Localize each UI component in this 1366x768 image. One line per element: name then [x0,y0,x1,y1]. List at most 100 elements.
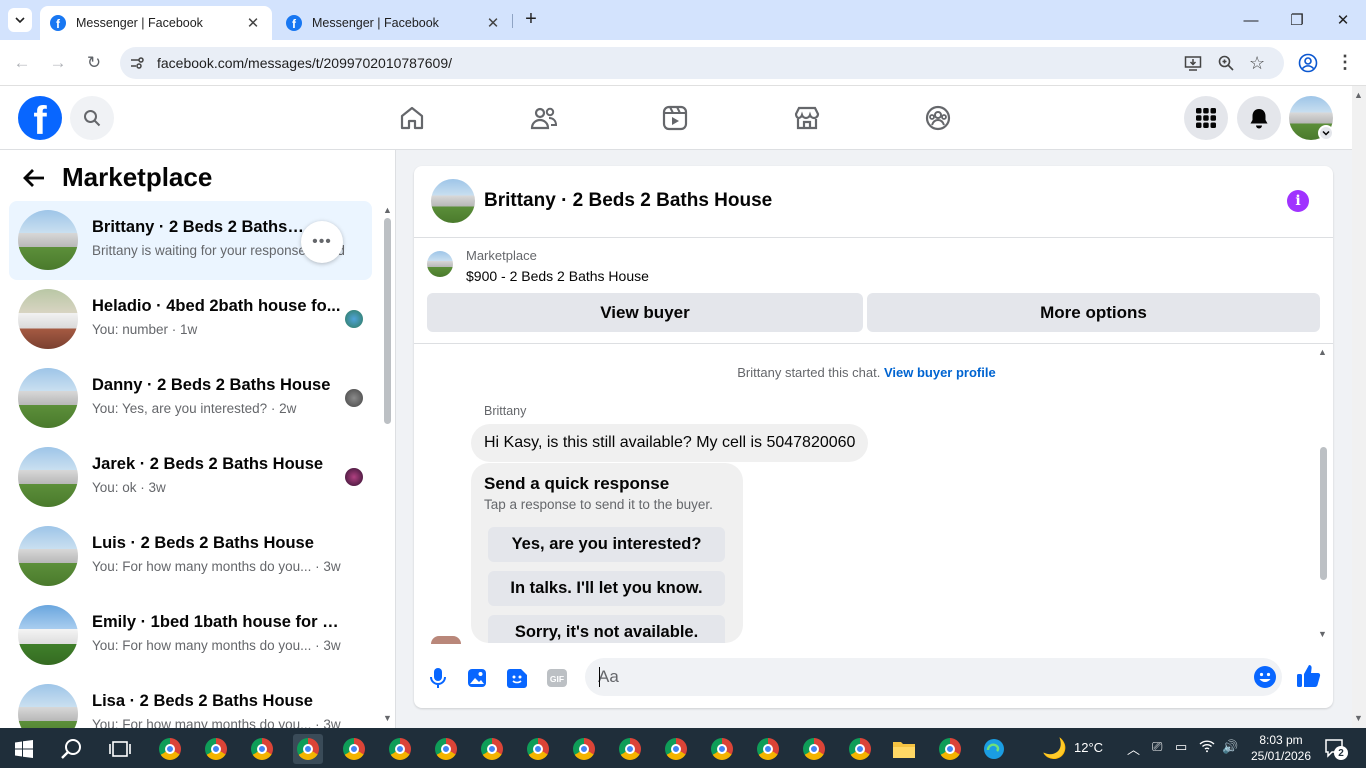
view-buyer-button[interactable]: View buyer [427,293,863,332]
scroll-down-icon[interactable]: ▼ [1318,629,1327,639]
tab-search-button[interactable] [8,8,32,32]
chat-title[interactable]: Brittany · 2 Beds 2 Baths House [484,190,772,212]
chrome-app-icon-active[interactable] [293,734,323,764]
notifications-button[interactable] [1237,96,1281,140]
listing-title[interactable]: $900 - 2 Beds 2 Baths House [466,268,649,284]
close-window-icon[interactable]: ✕ [1320,0,1366,40]
quick-response-button[interactable]: In talks. I'll let you know. [488,571,725,606]
view-buyer-profile-link[interactable]: View buyer profile [884,365,996,380]
scroll-up-icon[interactable]: ▲ [383,205,392,215]
wifi-icon[interactable] [1199,739,1215,756]
conversation-item[interactable]: Lisa · 2 Beds 2 Baths House You: For how… [9,675,372,728]
text-cursor [599,667,600,687]
chrome-app-icon[interactable] [477,734,507,764]
chrome-app-icon[interactable] [753,734,783,764]
chrome-app-icon[interactable] [385,734,415,764]
edge-app-icon[interactable] [979,734,1009,764]
tab-title: Messenger | Facebook [312,16,439,30]
forward-arrow-icon[interactable]: → [45,50,71,76]
quick-response-button[interactable]: Sorry, it's not available. [488,615,725,643]
scroll-up-icon[interactable]: ▲ [1354,90,1363,100]
browser-tab-1[interactable]: f Messenger | Facebook ✕ [40,6,272,40]
close-tab-icon[interactable]: ✕ [484,14,502,32]
battery-icon[interactable]: ▭ [1175,739,1187,755]
task-view-icon[interactable] [105,734,135,764]
info-icon[interactable]: i [1287,190,1309,212]
menu-grid-button[interactable] [1184,96,1228,140]
scroll-down-icon[interactable]: ▼ [383,713,392,723]
chrome-app-icon[interactable] [523,734,553,764]
url-text[interactable]: facebook.com/messages/t/2099702010787609… [157,55,452,71]
sidebar-scrollbar[interactable] [384,218,391,424]
volume-icon[interactable]: 🔊 [1222,739,1238,755]
friends-nav-icon[interactable] [526,100,562,136]
microphone-icon[interactable] [425,665,451,691]
quick-response-button[interactable]: Yes, are you interested? [488,527,725,562]
install-app-icon[interactable] [1184,54,1202,72]
conversation-item[interactable]: Danny · 2 Beds 2 Baths House You: Yes, a… [9,359,372,438]
scroll-down-icon[interactable]: ▼ [1354,713,1363,723]
weather-moon-icon[interactable]: 🌙 [1042,736,1067,761]
zoom-icon[interactable] [1217,54,1235,72]
reload-icon[interactable]: ↻ [81,50,107,76]
chrome-app-icon[interactable] [431,734,461,764]
chrome-app-icon[interactable] [707,734,737,764]
more-options-dots-icon[interactable]: ••• [301,221,343,263]
conversation-item[interactable]: Heladio · 4bed 2bath house fo... You: nu… [9,280,372,359]
chrome-app-icon[interactable] [845,734,875,764]
message-input[interactable]: Aa [585,658,1282,696]
chat-listing-avatar[interactable] [431,179,475,223]
page-scrollbar[interactable] [1352,86,1366,728]
browser-menu-icon[interactable]: ⋮ [1336,52,1354,73]
bookmark-star-icon[interactable]: ☆ [1249,53,1265,74]
sidebar-title: Marketplace [62,162,213,192]
conversation-item[interactable]: Luis · 2 Beds 2 Baths House You: For how… [9,517,372,596]
listing-thumbnail [427,251,453,277]
more-options-button[interactable]: More options [867,293,1320,332]
back-arrow-icon[interactable] [22,166,46,197]
chrome-app-icon[interactable] [201,734,231,764]
facebook-logo-icon[interactable]: f [18,96,62,140]
chat-scrollbar[interactable] [1320,447,1327,580]
new-tab-plus-icon[interactable]: + [520,8,542,32]
conversation-item[interactable]: Jarek · 2 Beds 2 Baths House You: ok · 3… [9,438,372,517]
sticker-icon[interactable] [504,665,530,691]
back-arrow-icon[interactable]: ← [9,50,35,76]
groups-nav-icon[interactable] [920,100,956,136]
conversation-item[interactable]: Emily · 1bed 1bath house for rent You: F… [9,596,372,675]
photo-icon[interactable] [464,665,490,691]
home-nav-icon[interactable] [394,100,430,136]
account-chevron-icon[interactable] [1318,125,1334,141]
restore-window-icon[interactable]: ❐ [1274,0,1320,40]
profile-icon[interactable] [1298,53,1318,73]
chrome-app-icon[interactable] [155,734,185,764]
search-icon[interactable] [57,734,87,764]
thumbs-up-icon[interactable] [1296,663,1322,689]
conversation-item-clip: Lisa · 2 Beds 2 Baths House You: For how… [9,675,372,728]
weather-temperature[interactable]: 12°C [1074,740,1103,755]
clock-time: 8:03 pm [1259,733,1303,747]
browser-tab-2[interactable]: f Messenger | Facebook ✕ [276,6,512,40]
chrome-app-icon[interactable] [247,734,277,764]
chrome-app-icon[interactable] [569,734,599,764]
chrome-app-icon[interactable] [799,734,829,764]
file-explorer-icon[interactable] [889,734,919,764]
marketplace-nav-icon[interactable] [789,100,825,136]
search-button[interactable] [70,96,114,140]
meet-now-icon[interactable]: ⎚ [1152,739,1162,755]
scroll-up-icon[interactable]: ▲ [1318,347,1327,357]
site-settings-icon[interactable] [128,54,146,72]
windows-start-icon[interactable] [9,734,39,764]
gif-icon[interactable]: GIF [544,665,570,691]
close-tab-icon[interactable]: ✕ [244,14,262,32]
chrome-app-icon[interactable] [339,734,369,764]
taskbar-clock[interactable]: 8:03 pm 25/01/2026 [1248,732,1314,764]
listing-thumbnail [18,447,78,507]
chrome-app-icon[interactable] [935,734,965,764]
show-hidden-icons-chevron-icon[interactable]: ︿ [1127,739,1140,758]
chrome-app-icon[interactable] [661,734,691,764]
chrome-app-icon[interactable] [615,734,645,764]
minimize-window-icon[interactable]: — [1228,0,1274,40]
emoji-icon[interactable] [1253,665,1277,689]
video-nav-icon[interactable] [657,100,693,136]
